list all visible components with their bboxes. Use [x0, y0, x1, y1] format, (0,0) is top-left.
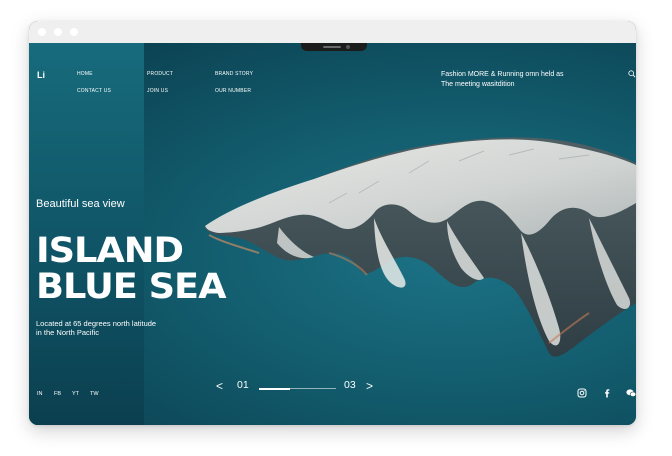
- hero-description-line-2: in the North Pacific: [36, 328, 99, 337]
- window-maximize-dot[interactable]: [70, 28, 78, 36]
- social-link-yt[interactable]: YT: [72, 391, 79, 397]
- nav-our-number[interactable]: OUR NUMBER: [215, 88, 251, 94]
- nav-join-us[interactable]: JOIN US: [147, 88, 168, 94]
- wechat-icon[interactable]: [626, 388, 636, 398]
- pager-current: 01: [237, 379, 249, 391]
- pager-progress-track: [259, 387, 336, 390]
- browser-chrome: [29, 21, 636, 43]
- hero-title-line-1: ISLAND: [36, 231, 184, 271]
- window-close-dot[interactable]: [38, 28, 46, 36]
- hero-description: Located at 65 degrees north latitude in …: [36, 319, 186, 337]
- social-link-tw[interactable]: TW: [90, 391, 99, 397]
- window-minimize-dot[interactable]: [54, 28, 62, 36]
- page-viewport: Li HOME PRODUCT BRAND STORY CONTACT US J…: [29, 43, 636, 425]
- hero-description-line-1: Located at 65 degrees north latitude: [36, 319, 157, 328]
- pager-total: 03: [344, 379, 356, 391]
- hero-subtitle: Beautiful sea view: [36, 198, 125, 210]
- search-icon[interactable]: [628, 70, 636, 78]
- brand-logo[interactable]: Li: [37, 70, 45, 80]
- nav-contact-us[interactable]: CONTACT US: [77, 88, 111, 94]
- header-headline: Fashion MORE & Running omn held as The m…: [441, 70, 591, 90]
- hero-title: ISLAND BLUE SEA: [36, 231, 227, 307]
- facebook-icon[interactable]: [602, 388, 612, 398]
- browser-window: Li HOME PRODUCT BRAND STORY CONTACT US J…: [29, 21, 636, 425]
- hero-title-line-2: BLUE SEA: [36, 267, 227, 307]
- nav-brand-story[interactable]: BRAND STORY: [215, 71, 253, 77]
- headline-line-1: Fashion MORE & Running omn held as: [441, 71, 564, 78]
- social-link-fb[interactable]: FB: [54, 391, 61, 397]
- device-notch: [301, 43, 367, 51]
- instagram-icon[interactable]: [577, 388, 587, 398]
- pager-prev-button[interactable]: <: [216, 379, 223, 393]
- social-link-in[interactable]: IN: [37, 391, 43, 397]
- nav-home[interactable]: HOME: [77, 71, 93, 77]
- pager-progress-fill: [259, 387, 290, 390]
- pager-next-button[interactable]: >: [366, 379, 373, 393]
- nav-product[interactable]: PRODUCT: [147, 71, 173, 77]
- headline-line-2: The meeting wasitdition: [441, 81, 515, 88]
